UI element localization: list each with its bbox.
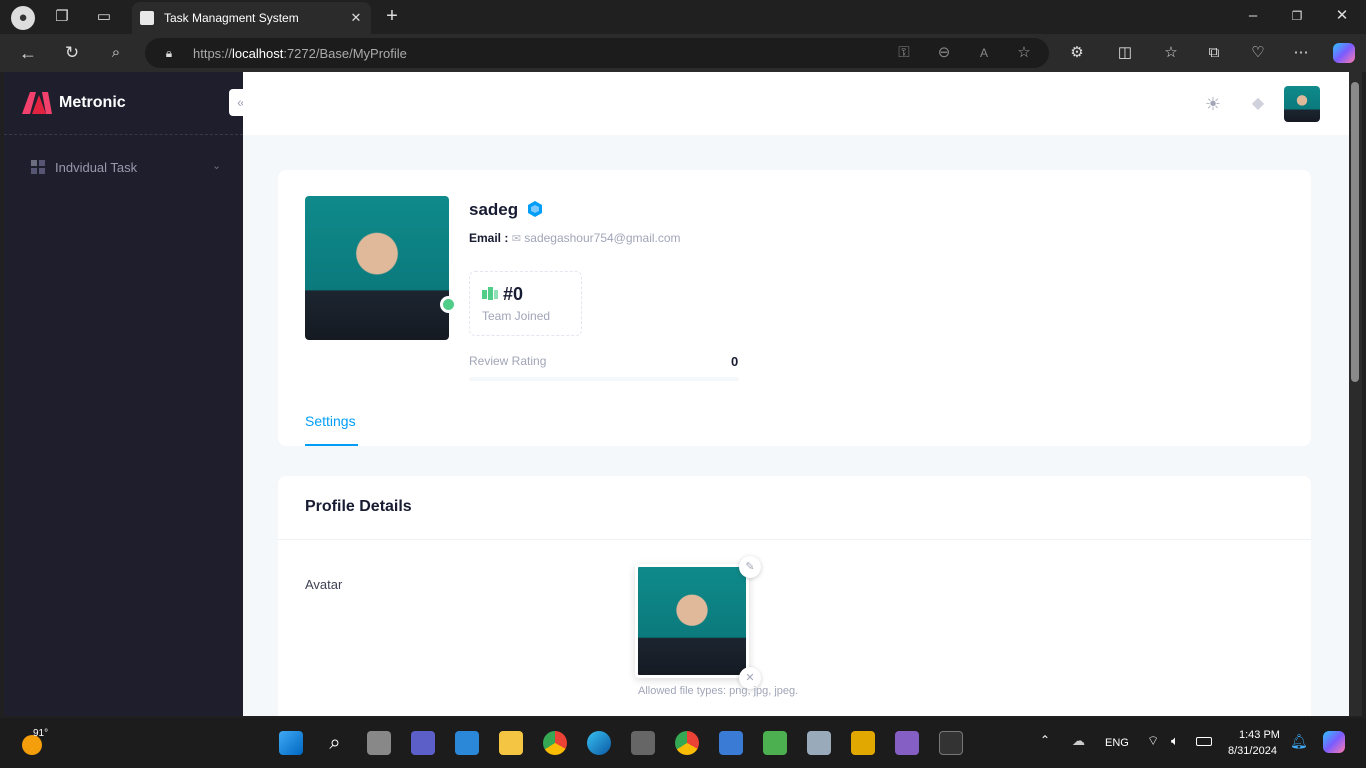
app-icon-4[interactable] bbox=[851, 731, 875, 755]
chevron-up-icon[interactable]: ⌃ bbox=[1040, 733, 1050, 747]
page-scrollbar[interactable] bbox=[1349, 72, 1362, 716]
main-content: ☀ ◆ sadeg Email : ✉ sadegashour754@gmail… bbox=[243, 72, 1349, 716]
favorites-icon[interactable]: ☆ bbox=[1161, 43, 1181, 63]
search-taskbar-icon[interactable]: ⌕ bbox=[323, 731, 347, 755]
verified-badge-icon bbox=[527, 201, 543, 217]
read-aloud-icon[interactable]: A bbox=[974, 43, 994, 63]
online-status-dot bbox=[440, 296, 457, 313]
rating-label: Review Rating bbox=[469, 354, 547, 368]
notification-bell-icon[interactable]: 🔔︎ bbox=[1290, 733, 1308, 750]
metronic-logo-icon bbox=[22, 92, 52, 114]
app-icon-3[interactable] bbox=[807, 731, 831, 755]
sidebar-divider bbox=[4, 134, 243, 135]
user-avatar[interactable] bbox=[1284, 86, 1320, 122]
start-icon[interactable] bbox=[279, 731, 303, 755]
performance-icon[interactable]: ♡ bbox=[1248, 43, 1268, 63]
monitor-app-icon[interactable] bbox=[719, 731, 743, 755]
card-divider bbox=[278, 539, 1311, 540]
close-window-icon[interactable]: ✕ bbox=[1332, 6, 1352, 26]
theme-sun-icon[interactable]: ☀ bbox=[1202, 93, 1224, 115]
page-favicon-icon bbox=[140, 11, 154, 25]
grid-icon bbox=[31, 160, 45, 174]
browser-tab[interactable]: Task Managment System ✕ bbox=[132, 2, 371, 34]
search-icon[interactable]: ⌕ bbox=[106, 43, 126, 63]
store-icon[interactable] bbox=[455, 731, 479, 755]
profile-card: sadeg Email : ✉ sadegashour754@gmail.com… bbox=[278, 170, 1311, 446]
collections-icon[interactable]: ⧉ bbox=[1204, 43, 1224, 63]
app-icon-2[interactable] bbox=[763, 731, 787, 755]
profile-details-card: Profile Details Avatar ✎ ✕ Allowed file … bbox=[278, 476, 1311, 716]
profile-photo bbox=[305, 196, 449, 340]
chevron-down-icon: ⌄ bbox=[212, 160, 222, 172]
team-icon bbox=[482, 287, 498, 300]
edit-avatar-button[interactable]: ✎ bbox=[739, 556, 761, 578]
workspaces-icon[interactable]: ❐ bbox=[52, 7, 72, 27]
chrome-icon[interactable] bbox=[543, 731, 567, 755]
zoom-icon[interactable]: ⊖ bbox=[934, 43, 954, 63]
teams-icon[interactable] bbox=[411, 731, 435, 755]
cloud-icon[interactable]: ☁ bbox=[1072, 733, 1085, 749]
copilot-taskbar-icon[interactable] bbox=[1323, 731, 1345, 753]
sidebar-item-label: Indvidual Task bbox=[55, 160, 138, 175]
copilot-icon[interactable] bbox=[1333, 43, 1355, 63]
url-text: https://localhost:7272/Base/MyProfile bbox=[193, 46, 407, 61]
address-bar-row: ← ↻ ⌕ 🔒︎ https://localhost:7272/Base/MyP… bbox=[0, 34, 1366, 72]
app-icon-1[interactable] bbox=[631, 731, 655, 755]
sidebar: Metronic « Indvidual Task ⌄ bbox=[4, 72, 253, 716]
close-tab-icon[interactable]: ✕ bbox=[346, 8, 366, 28]
new-tab-icon[interactable]: + bbox=[382, 6, 402, 26]
task-view-icon[interactable] bbox=[367, 731, 391, 755]
windows-taskbar: 91° ⌕ ⌃ ☁ ENG ⌔ 🔈︎ 1:43 PM 8/31/2024 🔔︎ bbox=[0, 718, 1366, 768]
more-icon[interactable]: ⋯ bbox=[1291, 43, 1311, 63]
allowed-file-types: Allowed file types: png, jpg, jpeg. bbox=[638, 685, 799, 697]
email-value: sadegashour754@gmail.com bbox=[524, 231, 681, 245]
edge-icon[interactable] bbox=[587, 731, 611, 755]
lock-icon: 🔒︎ bbox=[165, 46, 173, 60]
favorite-star-icon[interactable]: ☆ bbox=[1014, 43, 1034, 63]
avatar-label: Avatar bbox=[305, 577, 343, 592]
weather-temp: 91° bbox=[33, 728, 49, 739]
envelope-icon: ✉ bbox=[511, 233, 521, 245]
rating-progress-bar bbox=[469, 377, 739, 381]
visual-studio-icon[interactable] bbox=[895, 731, 919, 755]
brand-name: Metronic bbox=[59, 94, 126, 111]
refresh-icon[interactable]: ↻ bbox=[62, 43, 82, 63]
tab-actions-icon[interactable]: ▭ bbox=[94, 7, 114, 27]
split-screen-icon[interactable]: ◫ bbox=[1115, 43, 1135, 63]
tab-title: Task Managment System bbox=[164, 11, 299, 25]
tab-active-underline bbox=[305, 444, 358, 446]
stat-value: #0 bbox=[503, 284, 524, 304]
team-stat-box: #0 Team Joined bbox=[469, 271, 582, 336]
stat-label: Team Joined bbox=[482, 309, 551, 323]
back-icon[interactable]: ← bbox=[18, 43, 38, 63]
key-icon[interactable]: ⚿ bbox=[894, 43, 914, 63]
sidebar-item-indvidual-task[interactable]: Indvidual Task ⌄ bbox=[4, 152, 243, 182]
avatar-preview bbox=[635, 564, 749, 678]
battery-icon[interactable] bbox=[1196, 737, 1212, 746]
profile-icon[interactable]: ● bbox=[11, 6, 35, 30]
apps-grid-icon[interactable]: ◆ bbox=[1247, 93, 1269, 115]
file-explorer-icon[interactable] bbox=[499, 731, 523, 755]
profile-name: sadeg bbox=[469, 200, 519, 219]
top-header: ☀ ◆ bbox=[243, 72, 1349, 135]
language-indicator[interactable]: ENG bbox=[1105, 737, 1129, 749]
restore-icon[interactable]: ❐ bbox=[1287, 6, 1307, 26]
url-field[interactable]: 🔒︎ https://localhost:7272/Base/MyProfile… bbox=[145, 38, 1049, 68]
email-row: Email : ✉ sadegashour754@gmail.com bbox=[469, 231, 681, 245]
browser-tab-bar: ● ❐ ▭ Task Managment System ✕ + – ❐ ✕ bbox=[0, 0, 1366, 34]
tab-settings[interactable]: Settings bbox=[305, 413, 356, 429]
extensions-icon[interactable]: ⚙ bbox=[1067, 43, 1087, 63]
volume-icon[interactable]: 🔈︎ bbox=[1171, 733, 1179, 749]
clock-date[interactable]: 8/31/2024 bbox=[1228, 745, 1277, 757]
terminal-icon[interactable] bbox=[939, 731, 963, 755]
chrome-profile-icon[interactable] bbox=[675, 731, 699, 755]
wifi-icon[interactable]: ⌔ bbox=[1147, 733, 1159, 749]
clock-time[interactable]: 1:43 PM bbox=[1239, 729, 1280, 741]
minimize-icon[interactable]: – bbox=[1243, 6, 1263, 26]
rating-value: 0 bbox=[731, 354, 739, 369]
scrollbar-thumb[interactable] bbox=[1351, 82, 1359, 382]
email-label: Email : bbox=[469, 231, 509, 245]
section-title: Profile Details bbox=[305, 498, 412, 515]
